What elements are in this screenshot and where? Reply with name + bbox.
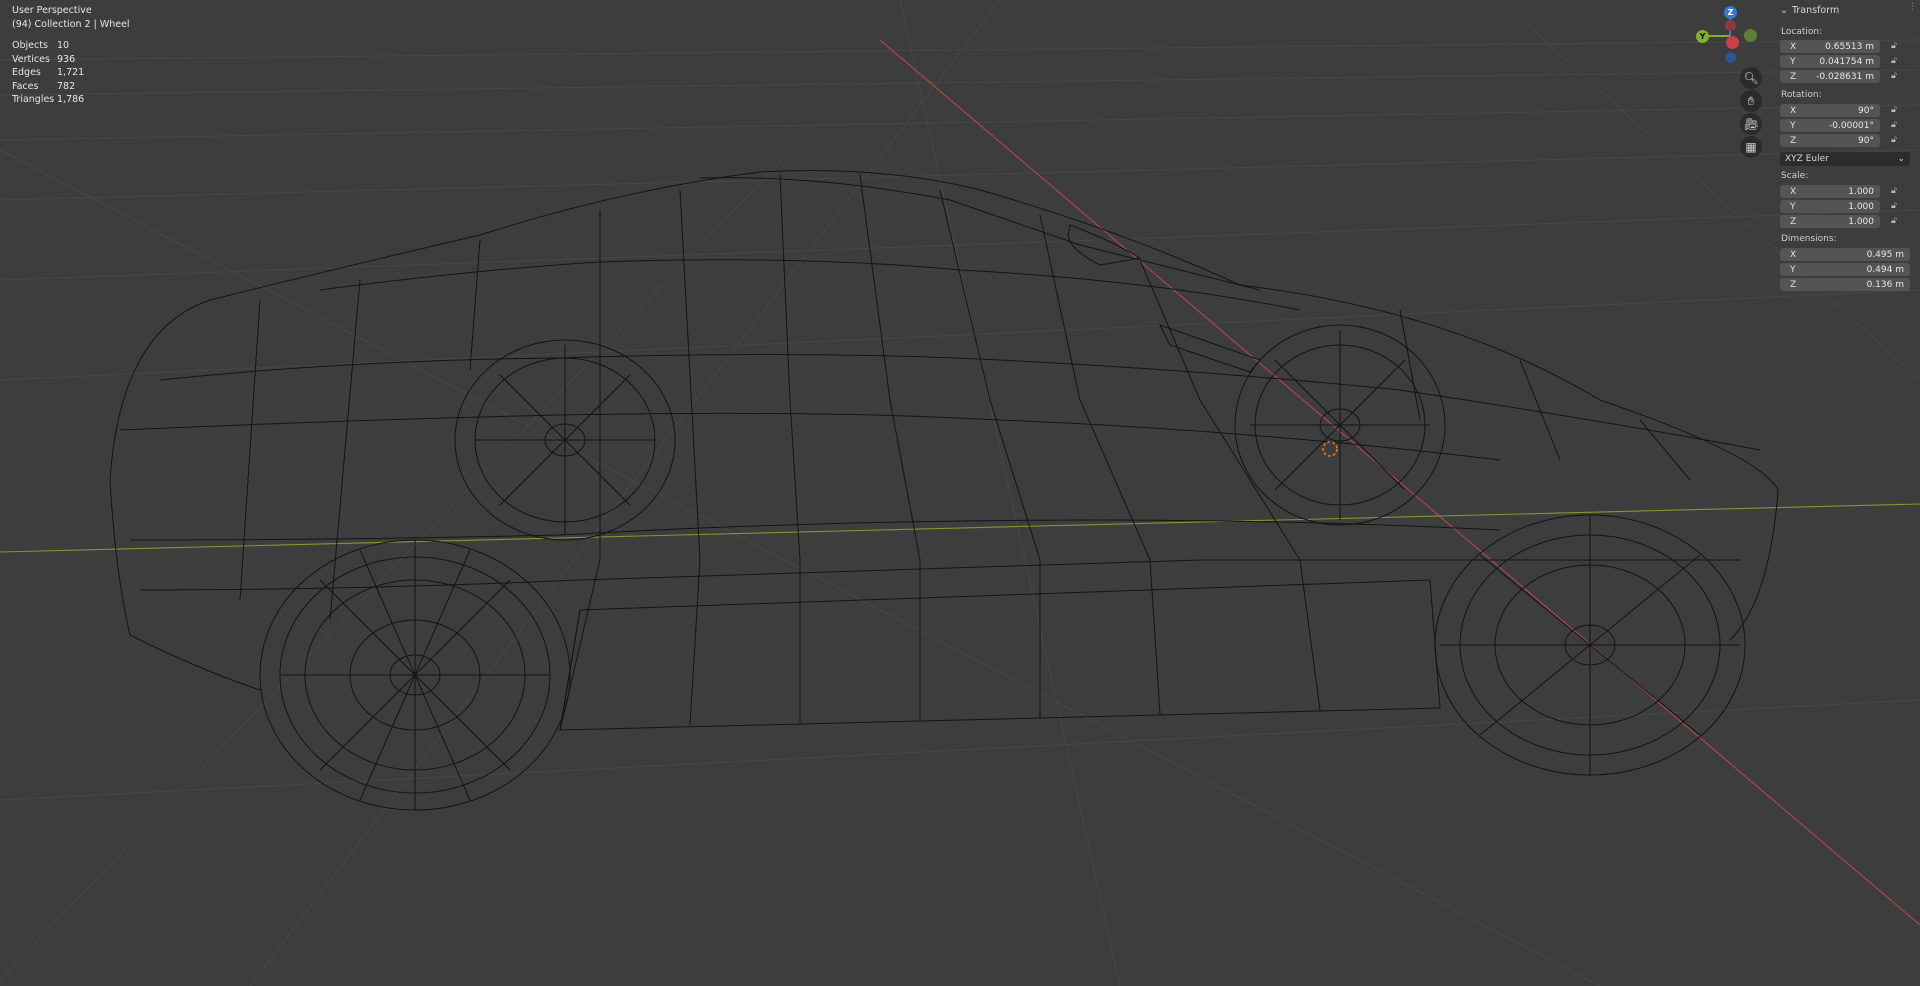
viewport-info: User Perspective (94) Collection 2 | Whe… <box>12 4 130 107</box>
rotation-label: Rotation: <box>1781 90 1822 100</box>
rotation-y-field[interactable]: Y -0.00001° <box>1780 119 1880 132</box>
transform-header[interactable]: ⌄ Transform <box>1780 3 1839 17</box>
zoom-icon[interactable]: 🔍︎ <box>1740 67 1762 89</box>
gizmo-neg-x-axis[interactable] <box>1725 20 1736 31</box>
panel-options-icon[interactable]: ⋮ <box>1908 2 1917 12</box>
scene-stats: Objects 10 Vertices 936 Edges 1,721 Faces 78… <box>12 39 130 107</box>
chevron-down-icon: ⌄ <box>1780 4 1788 16</box>
dimensions-label: Dimensions: <box>1781 234 1837 244</box>
lock-rotation-y-icon[interactable]: 🔓︎ <box>1891 121 1901 130</box>
3d-cursor[interactable] <box>1322 441 1338 457</box>
transform-panel: ⌄ Transform Location: X 0.65513 m Y 0.0417… <box>1776 0 1920 300</box>
location-label: Location: <box>1781 27 1823 37</box>
stat-vertices: Vertices 936 <box>12 53 76 65</box>
lock-scale-x-icon[interactable]: 🔓︎ <box>1891 187 1901 196</box>
camera-icon[interactable]: 🎥︎ <box>1740 113 1762 135</box>
location-z-field[interactable]: Z -0.028631 m <box>1780 70 1880 83</box>
location-y-field[interactable]: Y 0.041754 m <box>1780 55 1880 68</box>
lock-location-z-icon[interactable]: 🔓︎ <box>1891 72 1901 81</box>
rotation-z-field[interactable]: Z 90° <box>1780 134 1880 147</box>
navigation-gizmo[interactable]: Z Y <box>1696 6 1766 66</box>
scale-y-field[interactable]: Y 1.000 <box>1780 200 1880 213</box>
chevron-down-icon: ⌄ <box>1897 154 1905 164</box>
active-collection: (94) Collection 2 | Wheel <box>12 18 130 30</box>
scale-z-field[interactable]: Z 1.000 <box>1780 215 1880 228</box>
x-axis-line <box>879 39 1920 926</box>
gizmo-x-axis[interactable] <box>1726 36 1739 49</box>
scale-label: Scale: <box>1781 171 1809 181</box>
dimensions-z-field[interactable]: Z 0.136 m <box>1780 278 1910 291</box>
pan-hand-icon[interactable]: ✋︎ <box>1740 90 1762 112</box>
floor-grid <box>0 0 1920 986</box>
dimensions-y-field[interactable]: Y 0.494 m <box>1780 263 1910 276</box>
rotation-x-field[interactable]: X 90° <box>1780 104 1880 117</box>
stat-faces: Faces 782 <box>12 80 76 92</box>
stat-edges: Edges 1,721 <box>12 67 85 78</box>
transform-title: Transform <box>1791 4 1840 16</box>
3d-viewport[interactable]: User Perspective (94) Collection 2 | Whe… <box>0 0 1920 986</box>
y-axis-line <box>0 503 1920 553</box>
view-name: User Perspective <box>12 5 92 16</box>
location-x-field[interactable]: X 0.65513 m <box>1780 40 1880 53</box>
gizmo-y-axis[interactable]: Y <box>1696 30 1709 43</box>
dimensions-x-field[interactable]: X 0.495 m <box>1780 248 1910 261</box>
scale-x-field[interactable]: X 1.000 <box>1780 185 1880 198</box>
wireframe-scene[interactable] <box>0 0 1920 986</box>
rotation-mode-dropdown[interactable]: XYZ Euler ⌄ <box>1780 152 1910 166</box>
lock-rotation-x-icon[interactable]: 🔓︎ <box>1891 106 1901 115</box>
gizmo-neg-y-axis[interactable] <box>1744 29 1757 42</box>
gizmo-neg-z-axis[interactable] <box>1725 52 1736 63</box>
stat-objects: Objects 10 <box>12 40 70 51</box>
lock-rotation-z-icon[interactable]: 🔓︎ <box>1891 136 1901 145</box>
rotation-mode-value: XYZ Euler <box>1785 154 1829 164</box>
lock-scale-y-icon[interactable]: 🔓︎ <box>1891 202 1901 211</box>
gizmo-z-axis[interactable]: Z <box>1724 6 1737 19</box>
lock-location-y-icon[interactable]: 🔓︎ <box>1891 57 1901 66</box>
stat-triangles: Triangles 1,786 <box>12 94 85 105</box>
lock-scale-z-icon[interactable]: 🔓︎ <box>1891 217 1901 226</box>
lock-location-x-icon[interactable]: 🔓︎ <box>1891 42 1901 51</box>
grid-icon[interactable]: ▦ <box>1740 136 1762 158</box>
